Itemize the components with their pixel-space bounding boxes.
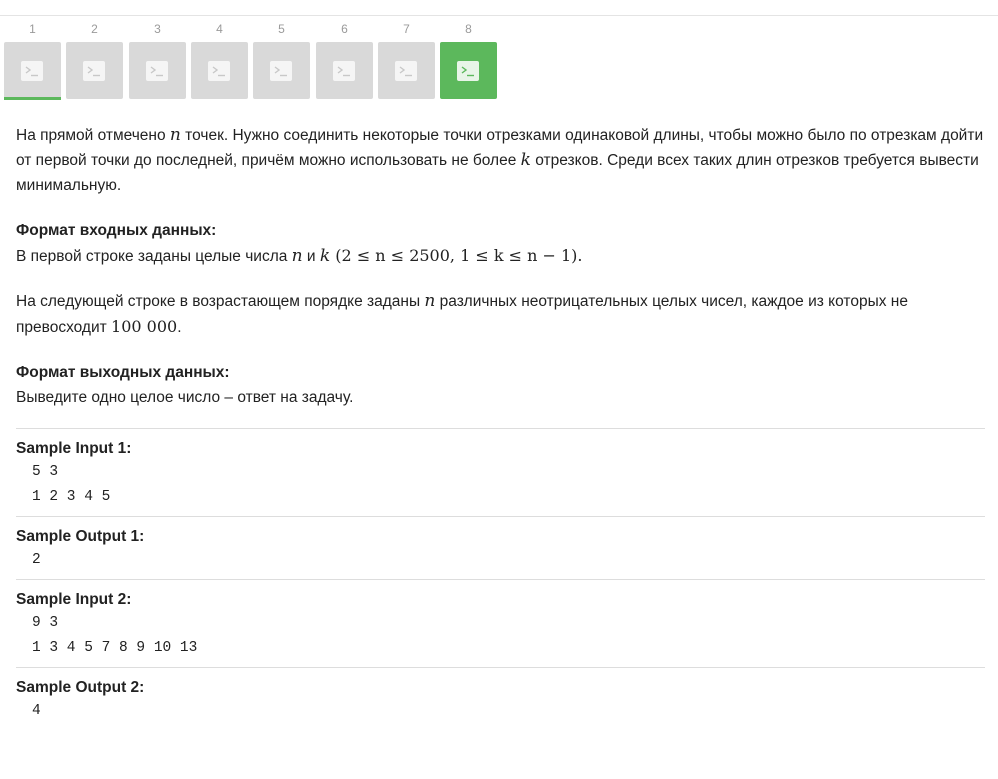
step-tile[interactable] [316,42,373,99]
step-8[interactable]: 8 [440,22,497,99]
sample-output-1: Sample Output 1: 2 [16,516,985,579]
top-divider [0,15,998,16]
step-6[interactable]: 6 [316,22,373,99]
sample-title: Sample Input 1: [16,440,132,457]
sample-code[interactable]: 5 3 1 2 3 4 5 [16,460,985,510]
sample-code[interactable]: 2 [16,548,985,573]
sample-title: Sample Input 2: [16,591,132,608]
samples-section: Sample Input 1: 5 3 1 2 3 4 5 Sample Out… [16,428,985,730]
statement-text: На прямой отмечено [16,127,170,144]
step-number: 3 [154,22,161,36]
terminal-icon [21,61,43,81]
terminal-icon [208,61,230,81]
math-n: n [424,291,436,311]
math-constraints: (2 ≤ n ≤ 2500, 1 ≤ k ≤ n − 1). [330,246,583,265]
terminal-icon [146,61,168,81]
step-3[interactable]: 3 [129,22,186,99]
sample-output-2: Sample Output 2: 4 [16,667,985,730]
input-format-heading: Формат входных данных: [16,222,217,239]
step-number: 5 [278,22,285,36]
step-1[interactable]: 1 [4,22,61,100]
step-number: 2 [91,22,98,36]
step-2[interactable]: 2 [66,22,123,99]
math-k: k [520,150,531,170]
input-format-text: . [177,319,182,336]
sample-input-2: Sample Input 2: 9 3 1 3 4 5 7 8 9 10 13 [16,579,985,667]
input-format-text: На следующей строке в возрастающем поряд… [16,293,425,310]
terminal-icon [395,61,417,81]
output-format-section: Формат выходных данных: Выведите одно цел… [16,360,985,410]
step-tile[interactable] [440,42,497,99]
step-4[interactable]: 4 [191,22,248,99]
input-format-paragraph-2: На следующей строке в возрастающем поряд… [16,289,985,340]
step-number: 4 [216,22,223,36]
input-format-section: Формат входных данных: В первой строке за… [16,218,985,269]
math-n: n [291,246,303,266]
terminal-icon [83,61,105,81]
step-number: 8 [465,22,472,36]
step-7[interactable]: 7 [378,22,435,99]
sample-title: Sample Output 2: [16,679,145,696]
current-step-indicator [4,97,61,100]
step-tile[interactable] [378,42,435,99]
problem-statement: На прямой отмечено n точек. Нужно соедин… [16,123,985,410]
input-format-text: В первой строке заданы целые числа [16,248,292,265]
output-format-heading: Формат выходных данных: [16,364,230,381]
step-tile[interactable] [253,42,310,99]
step-tile[interactable] [4,42,61,99]
terminal-icon [457,61,479,81]
step-tile[interactable] [191,42,248,99]
terminal-icon [333,61,355,81]
sample-input-1: Sample Input 1: 5 3 1 2 3 4 5 [16,428,985,516]
step-5[interactable]: 5 [253,22,310,99]
output-format-text: Выведите одно целое число – ответ на зад… [16,389,354,406]
step-tile[interactable] [66,42,123,99]
step-number: 7 [403,22,410,36]
terminal-icon [270,61,292,81]
math-n: n [169,125,181,145]
sample-title: Sample Output 1: [16,528,145,545]
math-k: k [319,246,331,266]
step-tile[interactable] [129,42,186,99]
sample-code[interactable]: 9 3 1 3 4 5 7 8 9 10 13 [16,611,985,661]
sample-code[interactable]: 4 [16,699,985,724]
math-max-value: 100 000 [111,317,178,336]
step-number: 6 [341,22,348,36]
statement-paragraph: На прямой отмечено n точек. Нужно соедин… [16,123,985,198]
input-format-text: и [302,248,320,265]
step-number: 1 [29,22,36,36]
